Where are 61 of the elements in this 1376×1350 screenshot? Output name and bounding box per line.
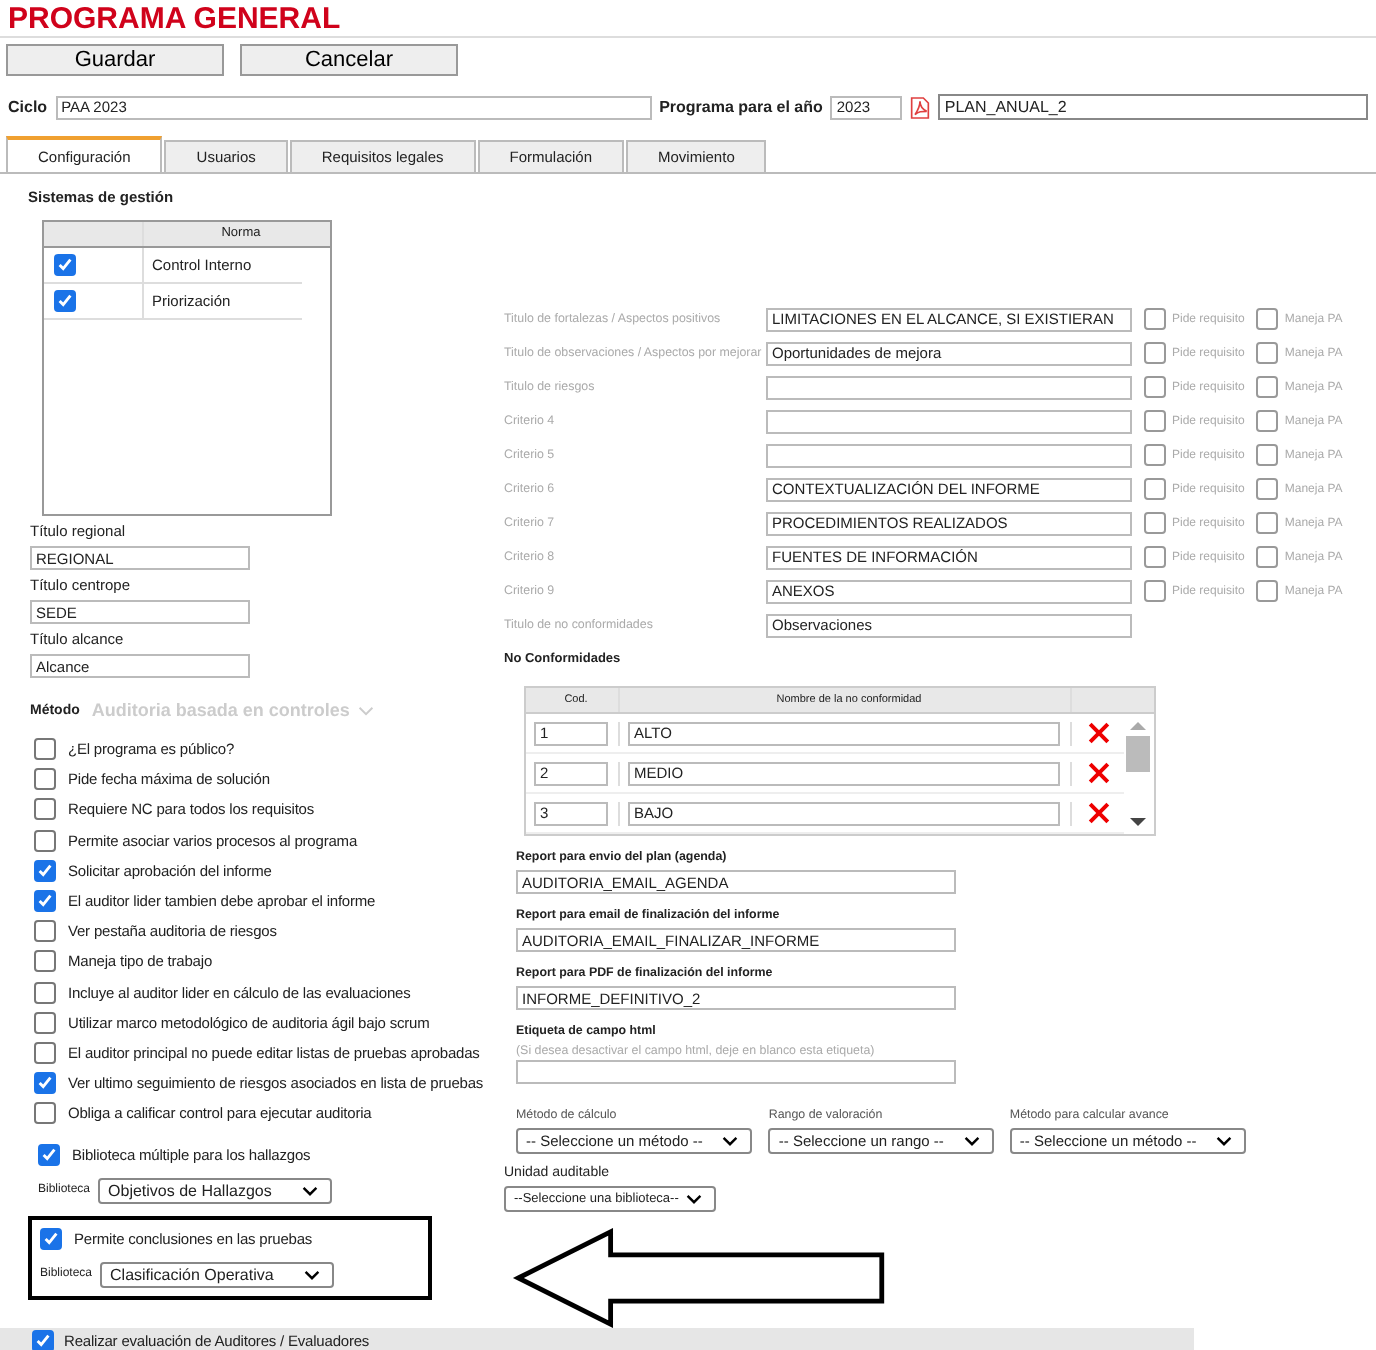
checkbox[interactable] [1144, 410, 1166, 432]
criterion-field[interactable] [766, 443, 1132, 467]
checkbox[interactable] [1256, 410, 1279, 432]
year-label: Programa para el año [659, 98, 823, 116]
checkbox[interactable] [1144, 308, 1166, 330]
checkbox[interactable] [34, 1102, 56, 1125]
checkbox[interactable] [1144, 512, 1166, 534]
html-label-field[interactable] [516, 1060, 956, 1084]
checkbox[interactable] [32, 1329, 54, 1350]
chevron-icon [1216, 1136, 1233, 1146]
checkbox[interactable] [1256, 580, 1279, 602]
delete-icon[interactable] [1087, 762, 1109, 784]
criterion-field[interactable] [766, 409, 1132, 433]
checkbox[interactable] [34, 829, 56, 852]
checkbox[interactable] [1144, 444, 1166, 466]
checkbox[interactable] [1144, 478, 1166, 500]
checkbox[interactable] [1256, 342, 1279, 364]
checkbox[interactable] [34, 1072, 56, 1095]
scroll-up-icon[interactable] [1130, 720, 1146, 730]
scroll-down-icon[interactable] [1130, 818, 1146, 828]
checkbox[interactable] [1256, 376, 1279, 398]
chevron-icon [963, 1136, 980, 1146]
checkbox[interactable] [1144, 376, 1166, 398]
checkbox[interactable] [1144, 546, 1166, 568]
checkbox[interactable] [40, 1227, 62, 1250]
chevron-icon [304, 1269, 321, 1280]
checkbox[interactable] [1256, 478, 1279, 500]
checkbox[interactable] [1256, 308, 1279, 330]
checkbox[interactable] [34, 1011, 56, 1034]
chevron-icon [302, 1185, 319, 1196]
page-title: PROGRAMA GENERAL [0, 0, 1376, 38]
checkbox[interactable] [34, 798, 56, 821]
checkbox[interactable] [38, 1143, 60, 1166]
checkbox[interactable] [54, 254, 76, 276]
checkbox[interactable] [1144, 342, 1166, 364]
delete-icon[interactable] [1087, 722, 1109, 744]
pdf-icon[interactable] [910, 95, 931, 119]
cycle-label: Ciclo [8, 98, 48, 116]
checkbox[interactable] [34, 738, 56, 761]
library-select[interactable]: Objetivos de Hallazgos [98, 1177, 333, 1204]
checkbox[interactable] [1256, 512, 1279, 534]
checkbox[interactable] [1144, 580, 1166, 602]
library-select[interactable]: Clasificación Operativa [100, 1261, 335, 1288]
delete-icon[interactable] [1087, 802, 1109, 824]
checkbox[interactable] [1256, 444, 1279, 466]
checkbox[interactable] [34, 859, 56, 882]
checkbox[interactable] [54, 290, 76, 312]
criterion-field[interactable] [766, 375, 1132, 399]
chevron-icon [722, 1136, 739, 1146]
action-button[interactable]: Guardar [6, 44, 224, 76]
checkbox[interactable] [34, 920, 56, 943]
checkbox[interactable] [34, 890, 56, 913]
chevron-icon [686, 1194, 703, 1204]
checkbox[interactable] [34, 981, 56, 1004]
checkbox[interactable] [34, 1041, 56, 1064]
chevron-icon [357, 705, 374, 715]
action-button[interactable]: Cancelar [240, 44, 458, 76]
checkbox[interactable] [34, 768, 56, 791]
checkbox[interactable] [34, 950, 56, 973]
report-field[interactable]: PLAN_ANUAL_2 [938, 94, 1368, 120]
checkbox[interactable] [1256, 546, 1279, 568]
